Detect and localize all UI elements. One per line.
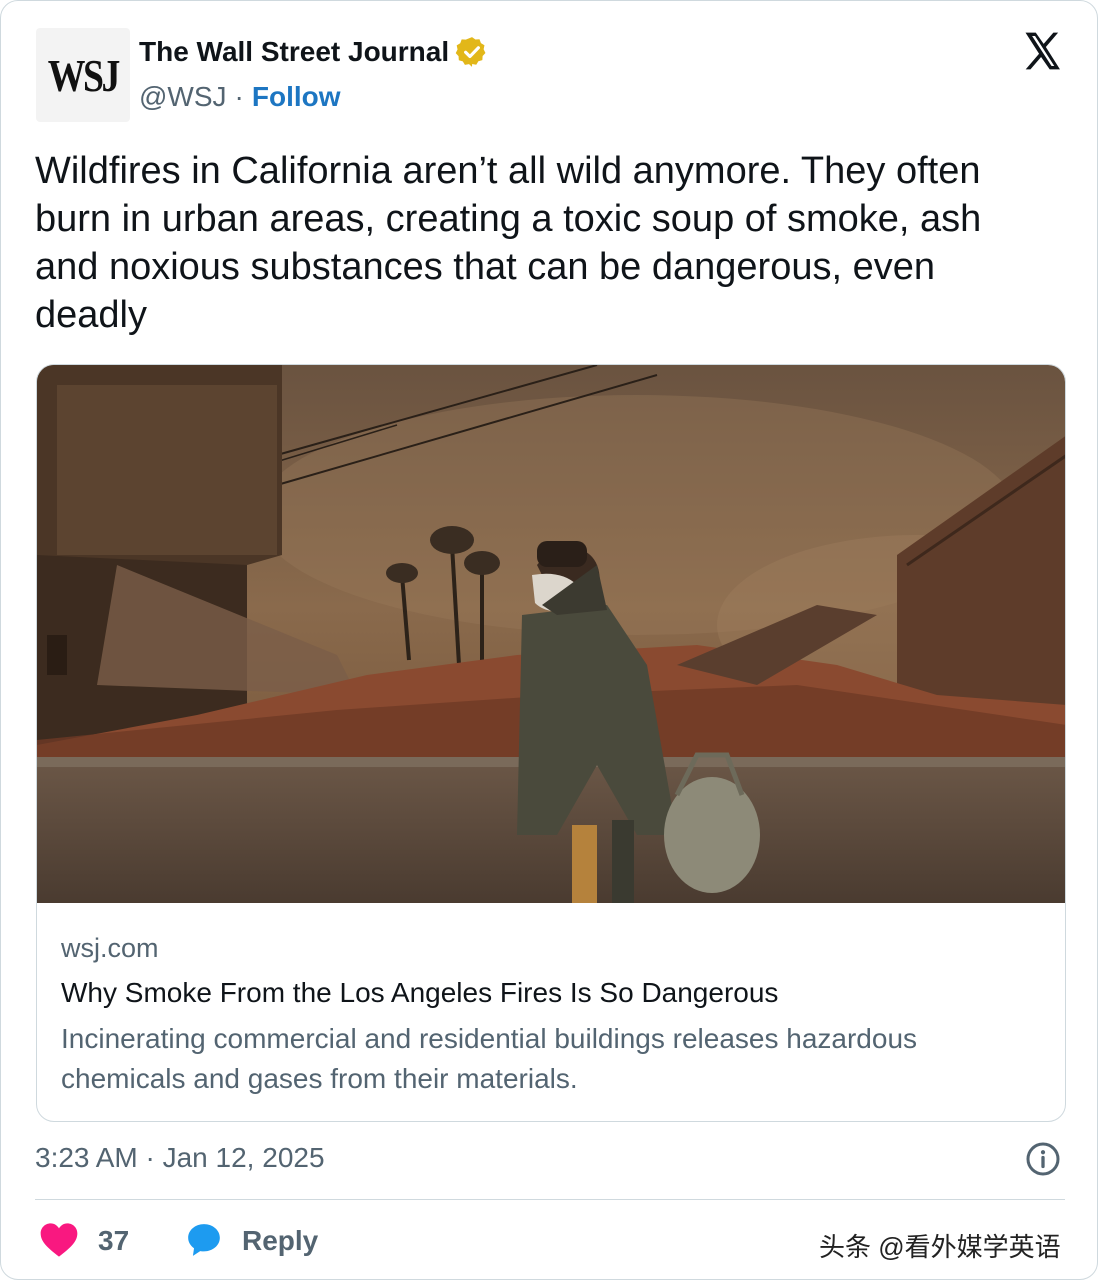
tweet-text: Wildfires in California aren’t all wild … — [35, 150, 982, 336]
author-handle[interactable]: @WSJ — [139, 81, 227, 113]
handle-separator: · — [234, 81, 244, 112]
watermark: 头条 @看外媒学英语 — [819, 1232, 1061, 1262]
tweet-timestamp[interactable]: 3:23 AM · Jan 12, 2025 — [35, 1142, 325, 1174]
follow-link[interactable]: Follow — [252, 81, 341, 113]
tweet-card: WSJ The Wall Street Journal @WSJ · Follo… — [0, 0, 1098, 1280]
verified-badge-icon — [455, 37, 486, 67]
link-headline: Why Smoke From the Los Angeles Fires Is … — [61, 977, 779, 1008]
reply-button[interactable]: Reply — [242, 1225, 318, 1257]
link-description: Incinerating commercial and residential … — [61, 1023, 918, 1094]
divider — [35, 1199, 1065, 1200]
info-icon[interactable] — [1025, 1141, 1061, 1177]
link-preview-card[interactable]: wsj.com Why Smoke From the Los Angeles F… — [36, 364, 1066, 1122]
avatar-logo-text: WSJ — [47, 49, 121, 101]
article-photo[interactable] — [37, 365, 1066, 903]
handle-row: @WSJ · Follow — [139, 81, 341, 113]
reply-bubble-icon[interactable] — [185, 1221, 223, 1259]
x-logo-icon[interactable] — [1019, 29, 1065, 73]
author-name[interactable]: The Wall Street Journal — [139, 36, 449, 68]
avatar[interactable]: WSJ — [36, 28, 130, 122]
link-domain: wsj.com — [61, 933, 159, 963]
author-name-row: The Wall Street Journal — [139, 35, 489, 69]
like-count[interactable]: 37 — [98, 1225, 129, 1257]
heart-icon[interactable] — [39, 1221, 79, 1259]
